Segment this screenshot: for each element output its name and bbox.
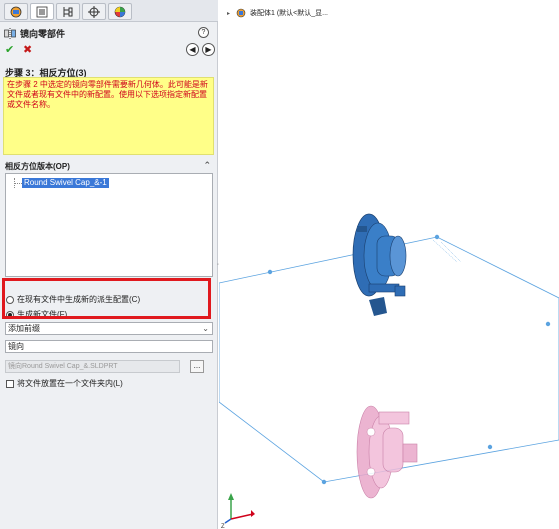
mirrored-part-preview bbox=[356, 405, 418, 499]
triad-z-label: Z bbox=[221, 524, 225, 529]
configuration-manager-icon bbox=[63, 6, 73, 17]
plane-handle[interactable] bbox=[267, 269, 273, 275]
section-title: 相反方位版本(OP) bbox=[5, 162, 70, 171]
list-item[interactable]: Round Swivel Cap_&-1 bbox=[22, 178, 109, 188]
help-icon[interactable]: ? bbox=[198, 27, 209, 38]
plane-handle[interactable] bbox=[434, 234, 440, 240]
ok-cancel-row: ✔ ✖ ◀ ▶ bbox=[5, 43, 215, 57]
component-listbox[interactable]: Round Swivel Cap_&-1 bbox=[5, 173, 213, 277]
property-manager-title-row: 镜向零部件 ? bbox=[4, 26, 214, 40]
scene-canvas[interactable]: Z bbox=[219, 0, 559, 529]
property-manager-panel: 镜向零部件 ? ✔ ✖ ◀ ▶ 步骤 3：相反方位(3) 在步骤 2 中选定的镜… bbox=[0, 0, 219, 529]
dropdown-value: 添加前缀 bbox=[8, 324, 40, 333]
dimxpert-icon bbox=[88, 5, 100, 18]
round-swivel-cap-part[interactable] bbox=[352, 213, 407, 316]
tab-feature-manager[interactable] bbox=[4, 3, 28, 20]
feature-manager-icon bbox=[10, 6, 22, 17]
folder-checkbox[interactable] bbox=[6, 379, 14, 388]
tree-connector-horizontal bbox=[14, 183, 22, 184]
plane-handle[interactable] bbox=[545, 321, 551, 327]
chevron-down-icon: ⌄ bbox=[202, 324, 209, 333]
step-message-text: 在步骤 2 中选定的镜向零部件需要新几何体。此可能是新文件或者现有文件中的新配置… bbox=[7, 80, 208, 109]
tab-property-manager[interactable] bbox=[30, 3, 54, 20]
filename-field: 镜向Round Swivel Cap_&.SLDPRT bbox=[5, 360, 180, 373]
tab-display-manager[interactable] bbox=[108, 3, 132, 20]
back-button[interactable]: ◀ bbox=[186, 43, 199, 56]
prefix-input[interactable]: 镜向 bbox=[5, 340, 213, 353]
mirror-components-icon bbox=[4, 27, 16, 39]
tab-dim-expert[interactable] bbox=[82, 3, 106, 20]
property-manager-icon bbox=[36, 6, 48, 17]
cancel-button[interactable]: ✖ bbox=[23, 43, 32, 56]
plane-handle[interactable] bbox=[321, 479, 327, 485]
page-title: 镜向零部件 bbox=[20, 28, 66, 39]
folder-checkbox-row[interactable]: 将文件放置在一个文件夹内(L) bbox=[6, 378, 123, 389]
graphics-viewport[interactable]: ▸ 装配体1 (默认<默认_显... Z bbox=[219, 0, 559, 529]
collapse-chevron-icon[interactable]: ⌃ bbox=[203, 160, 211, 171]
step-message-box: 在步骤 2 中选定的镜向零部件需要新几何体。此可能是新文件或者现有文件中的新配置… bbox=[3, 77, 214, 155]
manager-tab-bar bbox=[0, 0, 218, 22]
tab-configuration-manager[interactable] bbox=[56, 3, 80, 20]
highlight-annotation bbox=[2, 278, 211, 319]
triad-axes: Z bbox=[221, 493, 255, 529]
prefix-suffix-dropdown[interactable]: 添加前缀 ⌄ bbox=[5, 322, 213, 335]
next-button[interactable]: ▶ bbox=[202, 43, 215, 56]
browse-button[interactable]: ... bbox=[190, 360, 204, 373]
folder-checkbox-label: 将文件放置在一个文件夹内(L) bbox=[17, 379, 123, 388]
section-header-opposite-hand[interactable]: 相反方位版本(OP) ⌃ bbox=[5, 160, 213, 172]
plane-handle[interactable] bbox=[487, 444, 493, 450]
ok-button[interactable]: ✔ bbox=[5, 43, 14, 56]
display-manager-icon bbox=[114, 6, 126, 17]
